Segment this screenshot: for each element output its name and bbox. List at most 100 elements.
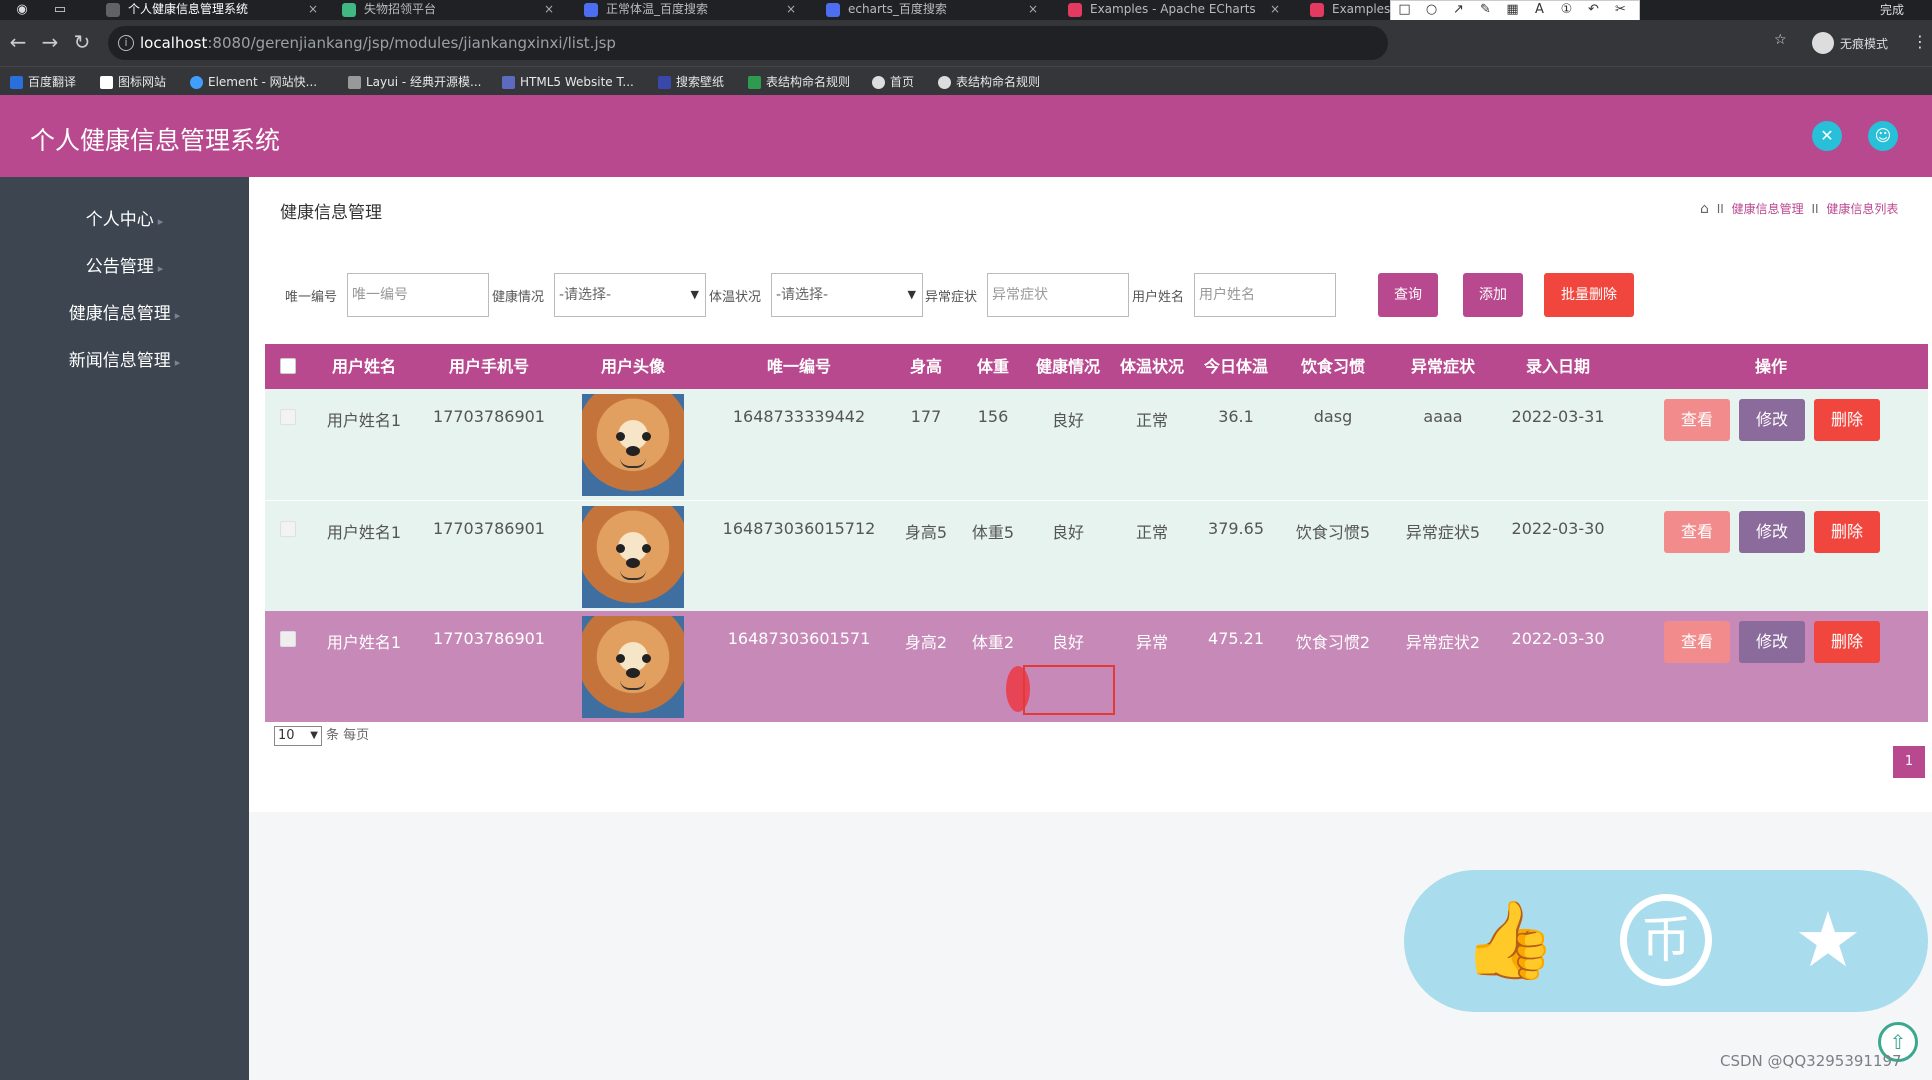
arrow-tool-icon[interactable]: ↗ <box>1445 1 1472 19</box>
caret-icon: ▸ <box>174 356 181 369</box>
bookmark-item[interactable]: HTML5 Website T... <box>502 72 634 92</box>
back-icon[interactable]: ← <box>4 28 32 56</box>
tab-lost-found[interactable]: 失物招领平台 × <box>330 0 560 20</box>
th-phone[interactable]: 用户手机号 <box>449 344 529 389</box>
bookmark-item[interactable]: Element - 网站快... <box>190 72 317 92</box>
reload-icon[interactable]: ↻ <box>68 28 96 56</box>
thumbs-up-icon[interactable]: 👍 <box>1462 894 1557 986</box>
forward-icon[interactable]: → <box>36 28 64 56</box>
cell-phone: 17703786901 <box>433 629 545 648</box>
row-checkbox[interactable] <box>280 409 296 425</box>
mosaic-tool-icon[interactable]: ▦ <box>1499 1 1526 19</box>
add-button[interactable]: 添加 <box>1463 273 1523 317</box>
username-input[interactable]: 用户姓名 <box>1194 273 1336 317</box>
delete-button[interactable]: 删除 <box>1814 621 1880 663</box>
sidebar-item-health[interactable]: 健康信息管理 ▸ <box>0 299 249 329</box>
temp-status-select[interactable]: -请选择- ▼ <box>771 273 923 317</box>
bookmark-item[interactable]: 搜索壁纸 <box>658 72 724 92</box>
address-bar[interactable]: i localhost:8080/gerenjiankang/jsp/modul… <box>108 26 1388 60</box>
edit-button[interactable]: 修改 <box>1739 621 1805 663</box>
page-number-button[interactable]: 1 <box>1893 746 1925 778</box>
th-symptom[interactable]: 异常症状 <box>1411 344 1475 389</box>
symptom-input[interactable]: 异常症状 <box>987 273 1129 317</box>
row-checkbox[interactable] <box>280 521 296 537</box>
fullscreen-icon[interactable]: ✕ <box>1812 121 1842 151</box>
page-size-value: 10 <box>278 728 295 743</box>
tab-close-icon[interactable]: × <box>786 0 796 18</box>
batch-delete-button[interactable]: 批量删除 <box>1544 273 1634 317</box>
view-button[interactable]: 查看 <box>1664 399 1730 441</box>
undo-icon[interactable]: ↶ <box>1580 1 1607 19</box>
pen-tool-icon[interactable]: ✎ <box>1472 1 1499 19</box>
tab-baidu-echarts[interactable]: echarts_百度搜索 × <box>814 0 1044 20</box>
bookmark-item[interactable]: 图标网站 <box>100 72 166 92</box>
row-checkbox[interactable] <box>280 631 296 647</box>
th-weight[interactable]: 体重 <box>977 344 1009 389</box>
ellipse-tool-icon[interactable]: ○ <box>1418 1 1445 19</box>
tab-close-icon[interactable]: × <box>1270 0 1280 18</box>
tab-close-icon[interactable]: × <box>544 0 554 18</box>
tab-health-system[interactable]: 个人健康信息管理系统 × <box>94 0 324 20</box>
tab-label: 个人健康信息管理系统 <box>128 2 249 16</box>
text-tool-icon[interactable]: A <box>1526 1 1553 19</box>
view-button[interactable]: 查看 <box>1664 621 1730 663</box>
tab-echarts-examples[interactable]: Examples - Apache ECharts × <box>1056 0 1286 20</box>
globe-icon <box>938 76 951 89</box>
tab-label: Examples <box>1332 2 1390 16</box>
number-tool-icon[interactable]: ① <box>1553 1 1580 19</box>
sidebar-item-label: 个人中心 <box>85 210 154 230</box>
cell-symptom: aaaa <box>1423 407 1463 426</box>
tab-label: 失物招领平台 <box>364 2 437 16</box>
th-height[interactable]: 身高 <box>910 344 942 389</box>
th-avatar[interactable]: 用户头像 <box>601 344 665 389</box>
coin-icon[interactable]: 币 <box>1620 894 1712 986</box>
bookmark-item[interactable]: 表结构命名规则 <box>938 72 1040 92</box>
edit-button[interactable]: 修改 <box>1739 399 1805 441</box>
query-button[interactable]: 查询 <box>1378 273 1438 317</box>
table-row[interactable]: 用户姓名1 17703786901 164873036015712 身高5 体重… <box>265 500 1928 611</box>
th-health[interactable]: 健康情况 <box>1036 344 1100 389</box>
th-username[interactable]: 用户姓名 <box>332 344 396 389</box>
page-size-select[interactable]: 10 ▼ <box>274 726 322 746</box>
th-diet[interactable]: 饮食习惯 <box>1301 344 1365 389</box>
th-temp-status[interactable]: 体温状况 <box>1120 344 1184 389</box>
more-menu-icon[interactable]: ⋮ <box>1912 32 1928 51</box>
bookmark-item[interactable]: 首页 <box>872 72 914 92</box>
edit-button[interactable]: 修改 <box>1739 511 1805 553</box>
home-icon[interactable]: ⌂ <box>1700 201 1709 217</box>
sidebar-item-personal-center[interactable]: 个人中心 ▸ <box>0 205 249 235</box>
tab-close-icon[interactable]: × <box>308 0 318 18</box>
delete-button[interactable]: 删除 <box>1814 399 1880 441</box>
bookmark-star-icon[interactable]: ☆ <box>1774 32 1787 48</box>
incognito-indicator[interactable]: 无痕模式 <box>1812 32 1888 54</box>
site-info-icon[interactable]: i <box>118 35 134 51</box>
tab-baidu-temp[interactable]: 正常体温_百度搜索 × <box>572 0 802 20</box>
chrome-menu-icon[interactable]: ◉ <box>10 0 34 20</box>
view-button[interactable]: 查看 <box>1664 511 1730 553</box>
cut-icon[interactable]: ✂ <box>1607 1 1634 19</box>
bookmark-item[interactable]: Layui - 经典开源模... <box>348 72 481 92</box>
tab-search-icon[interactable]: ▭ <box>48 0 72 20</box>
th-temp[interactable]: 今日体温 <box>1204 344 1268 389</box>
th-date[interactable]: 录入日期 <box>1526 344 1590 389</box>
incognito-icon <box>1812 32 1834 54</box>
delete-button[interactable]: 删除 <box>1814 511 1880 553</box>
select-all-checkbox[interactable] <box>280 358 296 374</box>
sidebar-item-news[interactable]: 新闻信息管理 ▸ <box>0 346 249 376</box>
bookmark-item[interactable]: 表结构命名规则 <box>748 72 850 92</box>
star-icon[interactable]: ★ <box>1782 894 1874 986</box>
user-icon[interactable]: ☺ <box>1868 121 1898 151</box>
bookmark-item[interactable]: 百度翻译 <box>10 72 76 92</box>
bookmark-label: 首页 <box>890 75 915 89</box>
sidebar-item-notice[interactable]: 公告管理 ▸ <box>0 252 249 282</box>
health-select[interactable]: -请选择- ▼ <box>554 273 706 317</box>
rectangle-tool-icon[interactable]: □ <box>1391 1 1418 19</box>
table-row[interactable]: 用户姓名1 17703786901 1648733339442 177 156 … <box>265 389 1928 500</box>
avatar-image <box>582 506 684 608</box>
th-uid[interactable]: 唯一编号 <box>767 344 831 389</box>
breadcrumb-item[interactable]: 健康信息管理 <box>1732 202 1804 216</box>
tab-examples[interactable]: Examples <box>1298 0 1390 20</box>
done-label[interactable]: 完成 <box>1880 0 1904 20</box>
uid-input[interactable]: 唯一编号 <box>347 273 489 317</box>
tab-close-icon[interactable]: × <box>1028 0 1038 18</box>
